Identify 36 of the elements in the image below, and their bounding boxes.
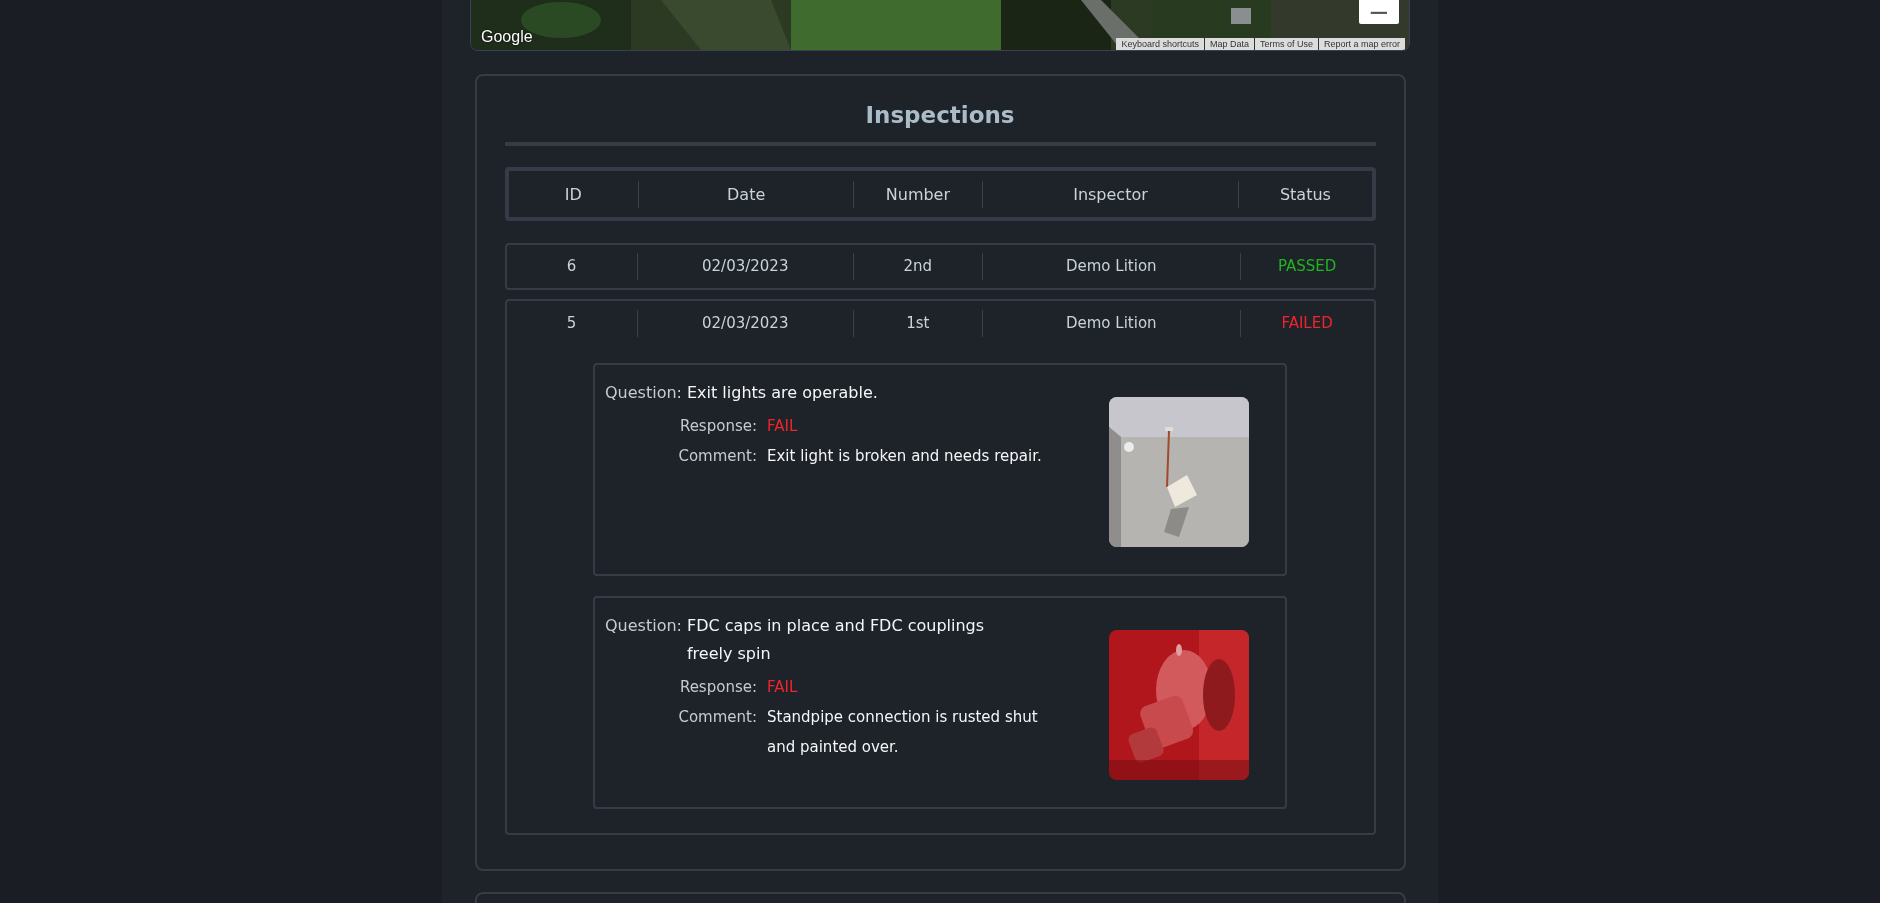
table-cell: Demo Lition — [981, 309, 1240, 337]
question-label: Question: — [605, 615, 682, 637]
comment-text: Standpipe connection is rusted shut and painted over. — [767, 707, 1039, 758]
comment-text: Exit light is broken and needs repair. — [767, 446, 1042, 467]
response-value: FAIL — [767, 677, 798, 698]
response-value: FAIL — [767, 416, 798, 437]
status-cell: FAILED — [1239, 309, 1374, 337]
comment-label: Comment: — [677, 446, 757, 467]
table-cell: 1st — [852, 309, 982, 337]
attribution-link[interactable]: Report a map error — [1318, 38, 1405, 50]
table-cell: 02/03/2023 — [636, 309, 853, 337]
status-cell: PASSED — [1239, 253, 1374, 280]
response-label: Response: — [678, 677, 757, 698]
column-header: Date — [638, 180, 854, 208]
table-cell: 02/03/2023 — [636, 253, 853, 280]
response-label: Response: — [678, 416, 757, 437]
section-title: Inspections — [504, 90, 1376, 146]
inspection-row[interactable] — [504, 299, 1376, 835]
question-text: FDC caps in place and FDC couplings freely spin — [686, 615, 986, 665]
question-label: Question: — [605, 382, 682, 404]
column-header: Number — [853, 180, 982, 208]
inspection-row[interactable]: 6 02/03/2023 2nd Demo Lition PASSED — [504, 243, 1376, 290]
zoom-out-button[interactable]: − — [1359, 0, 1399, 24]
comment-label: Comment: — [677, 707, 757, 728]
table-cell-text: 5 — [565, 312, 578, 334]
attribution-link[interactable]: Terms of Use — [1254, 38, 1318, 50]
question-text: Exit lights are operable. — [686, 382, 878, 404]
column-header: Inspector — [981, 180, 1239, 208]
table-cell: 2nd — [852, 253, 982, 280]
table-cell: Demo Lition — [981, 253, 1240, 280]
column-header: ID — [563, 183, 583, 206]
attribution-link[interactable]: Map Data — [1204, 38, 1254, 50]
column-header: Status — [1238, 180, 1372, 208]
map-logo: Google — [481, 28, 533, 46]
table-cell-text: 6 — [565, 256, 578, 277]
attribution-link[interactable]: Keyboard shortcuts — [1116, 38, 1204, 50]
